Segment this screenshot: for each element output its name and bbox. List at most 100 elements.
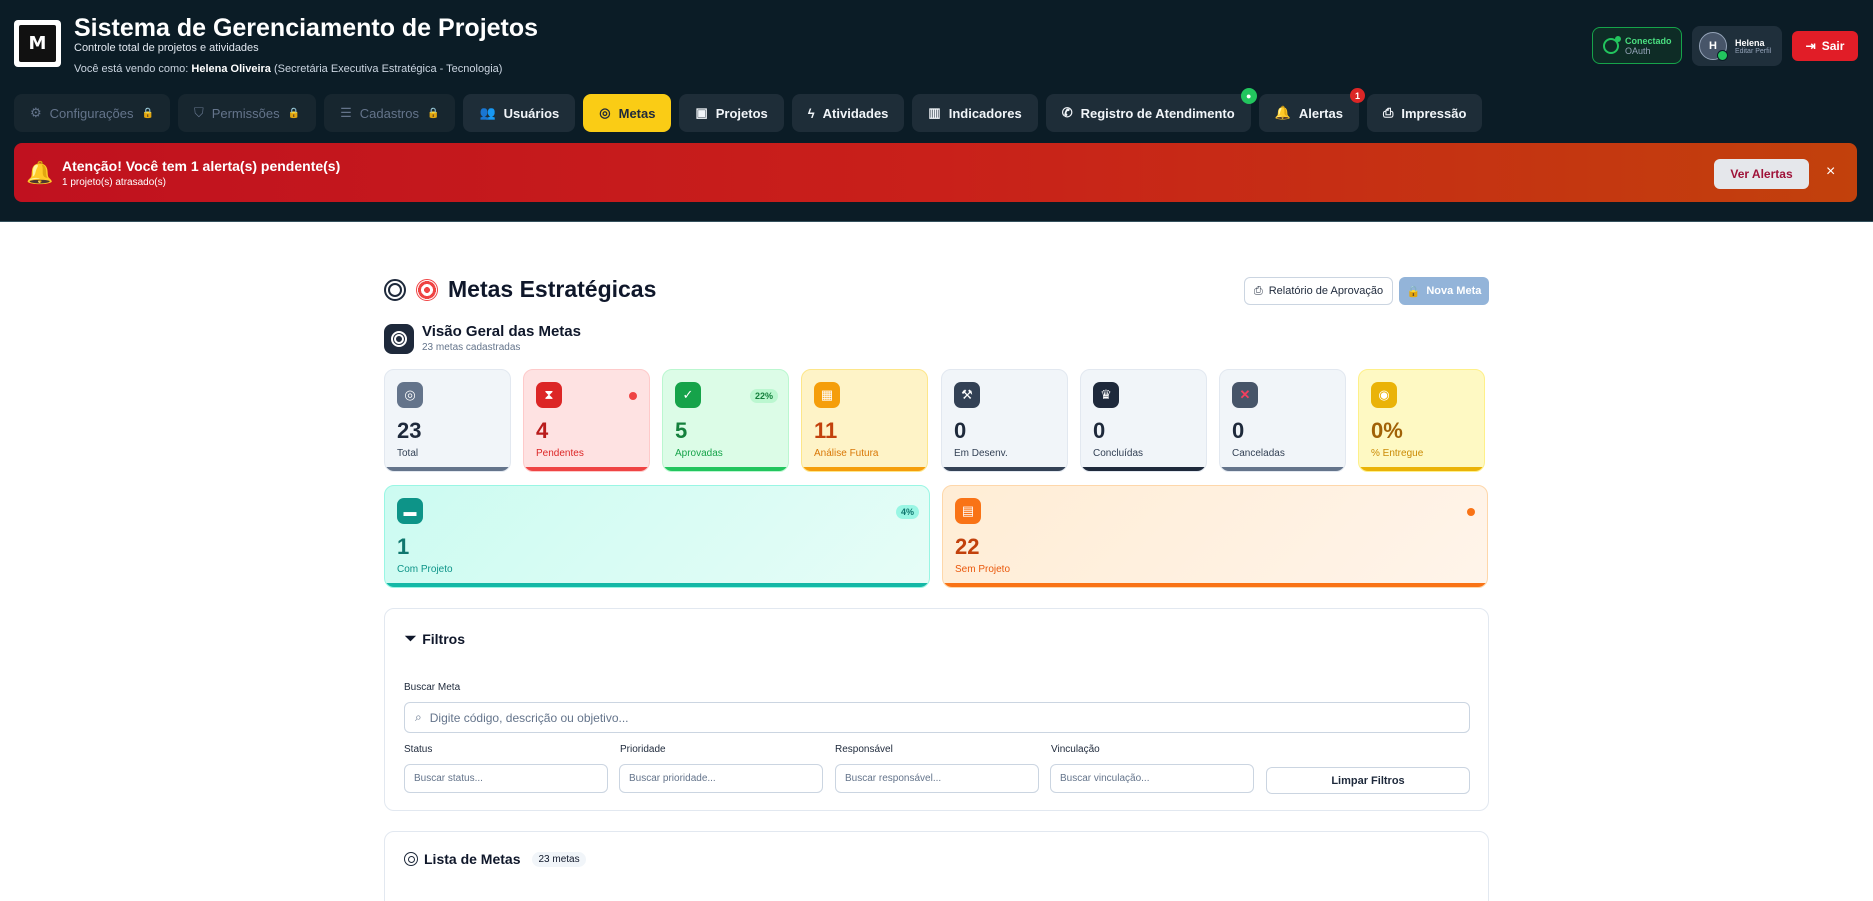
search-icon: ⌕ [415, 710, 422, 724]
main-nav: ⚙ Configurações 🔒 ⛉ Permissões 🔒 ☰ Cadas… [14, 88, 1483, 132]
stat-bar [663, 467, 788, 471]
page-title: Metas Estratégicas [384, 276, 656, 303]
tab-cadastros[interactable]: ☰ Cadastros 🔒 [324, 94, 456, 132]
tab-usuarios[interactable]: 👥 Usuários [463, 94, 576, 132]
stat-value: 0% [1371, 418, 1403, 443]
stat-card-com-projeto[interactable]: ▬ 4% 1 Com Projeto [384, 485, 930, 588]
stat-label: Canceladas [1232, 448, 1285, 459]
stat-value: 23 [397, 418, 422, 443]
new-goal-label: Nova Meta [1426, 285, 1482, 297]
stat-card-total[interactable]: ◎ 23 Total [384, 369, 511, 472]
stat-card-sem-projeto[interactable]: ▤ 22 Sem Projeto [942, 485, 1488, 588]
stat-card-aprovadas[interactable]: ✓ 22% 5 Aprovadas [662, 369, 789, 472]
approval-report-label: Relatório de Aprovação [1268, 285, 1384, 297]
stat-card-concluidas[interactable]: ♛ 0 Concluídas [1080, 369, 1207, 472]
tab-indicadores[interactable]: ▥ Indicadores [912, 94, 1038, 132]
tab-label: Configurações [49, 105, 134, 121]
target-icon [404, 852, 418, 866]
stat-bar [385, 467, 510, 471]
logout-icon: ⇥ [1805, 39, 1816, 53]
tab-label: Cadastros [359, 105, 419, 121]
tab-label: Metas [618, 105, 656, 121]
close-icon[interactable]: × [1826, 163, 1835, 181]
app-logo[interactable]: M [14, 20, 61, 67]
alert-banner: 🔔 Atenção! Você tem 1 alerta(s) pendente… [14, 143, 1857, 202]
stat-card-analise-futura[interactable]: ▦ 11 Análise Futura [801, 369, 928, 472]
logout-label: Sair [1821, 39, 1845, 53]
tab-label: Alertas [1298, 105, 1343, 121]
new-goal-button[interactable]: 🔒 Nova Meta [1399, 277, 1489, 305]
database-icon: ☰ [340, 105, 352, 120]
dart-icon [416, 278, 438, 301]
filters-title: ⏷ Filtros [405, 630, 465, 647]
avatar: H [1699, 32, 1728, 61]
stat-card-entregue[interactable]: ◉ 0% % Entregue [1358, 369, 1485, 472]
stat-value: 1 [397, 534, 410, 559]
x-icon: ✕ [1232, 382, 1258, 408]
folder-icon: ▬ [397, 498, 423, 524]
edit-profile-link[interactable]: Editar Perfil [1735, 48, 1771, 55]
stat-bar [802, 467, 927, 471]
tab-registro-atendimento[interactable]: ✆ Registro de Atendimento ● [1045, 88, 1257, 132]
connection-icon [1603, 35, 1621, 54]
status-label: Status [404, 744, 433, 755]
approval-report-button[interactable]: ⎙ Relatório de Aprovação [1244, 277, 1393, 305]
stat-value: 0 [954, 418, 967, 443]
tab-atividades[interactable]: ϟ Atividades [791, 94, 905, 132]
app-title: Sistema de Gerenciamento de Projetos [74, 14, 539, 42]
tab-label: Permissões [211, 105, 280, 121]
viewing-prefix: Você está vendo como: [74, 63, 189, 75]
status-filter-input[interactable]: Buscar status... [404, 764, 608, 793]
stat-bar [943, 583, 1487, 587]
connection-status: Conectado OAuth [1592, 27, 1682, 64]
tools-icon: ⚒ [954, 382, 980, 408]
alert-count-badge: 1 [1349, 88, 1365, 103]
clear-filters-button[interactable]: Limpar Filtros [1266, 767, 1470, 794]
lock-icon: 🔒 [426, 107, 440, 119]
user-name: Helena [1735, 37, 1765, 48]
stat-bar [942, 467, 1067, 471]
stat-card-pendentes[interactable]: ⧗ 4 Pendentes [523, 369, 650, 472]
bolt-icon: ϟ [807, 105, 815, 121]
tab-configuracoes[interactable]: ⚙ Configurações 🔒 [14, 94, 170, 132]
search-placeholder: Digite código, descrição ou objetivo... [429, 710, 629, 725]
filter-icon: ⏷ [405, 630, 417, 646]
trophy-icon: ♛ [1093, 382, 1119, 408]
tab-alertas[interactable]: 🔔 Alertas 1 [1258, 88, 1365, 132]
filters-title-text: Filtros [422, 630, 465, 647]
link-filter-input[interactable]: Buscar vinculação... [1050, 764, 1254, 793]
tab-permissoes[interactable]: ⛉ Permissões 🔒 [177, 94, 317, 132]
tab-metas[interactable]: ◎ Metas [583, 94, 672, 132]
stat-value: 0 [1093, 418, 1106, 443]
target-icon [384, 278, 406, 301]
logout-button[interactable]: ⇥ Sair [1792, 31, 1858, 61]
printer-icon: ⎙ [1253, 284, 1263, 297]
status-dot [1467, 508, 1475, 516]
tab-label: Registro de Atendimento [1080, 105, 1235, 121]
app-subtitle: Controle total de projetos e atividades [74, 42, 259, 54]
lock-icon: 🔒 [141, 107, 154, 119]
stat-label: % Entregue [1371, 448, 1424, 459]
priority-filter-input[interactable]: Buscar prioridade... [619, 764, 823, 793]
view-alerts-button[interactable]: Ver Alertas [1714, 159, 1809, 189]
stat-value: 11 [814, 418, 838, 443]
target-icon [391, 331, 407, 347]
tab-projetos[interactable]: ▣ Projetos [679, 94, 784, 132]
owner-filter-input[interactable]: Buscar responsável... [835, 764, 1039, 793]
target-icon: ◎ [599, 105, 611, 120]
folder-icon: ▣ [695, 105, 708, 120]
stat-card-em-desenv[interactable]: ⚒ 0 Em Desenv. [941, 369, 1068, 472]
chat-icon: ● [1240, 88, 1257, 104]
tab-label: Usuários [503, 105, 560, 121]
main-content: Metas Estratégicas ⎙ Relatório de Aprova… [0, 234, 1873, 901]
viewing-dept: (Secretária Executiva Estratégica - Tecn… [273, 63, 503, 75]
user-profile[interactable]: H Helena Editar Perfil [1692, 26, 1782, 66]
tab-impressao[interactable]: ⎙ Impressão [1366, 94, 1483, 132]
bell-icon: 🔔 [26, 160, 54, 185]
stat-card-canceladas[interactable]: ✕ 0 Canceladas [1219, 369, 1346, 472]
list-title-text: Lista de Metas [424, 851, 521, 867]
connection-method: OAuth [1625, 45, 1651, 56]
search-input[interactable]: ⌕ Digite código, descrição ou objetivo..… [404, 702, 1470, 733]
percent-badge: 4% [895, 505, 919, 519]
stat-label: Em Desenv. [954, 448, 1008, 459]
